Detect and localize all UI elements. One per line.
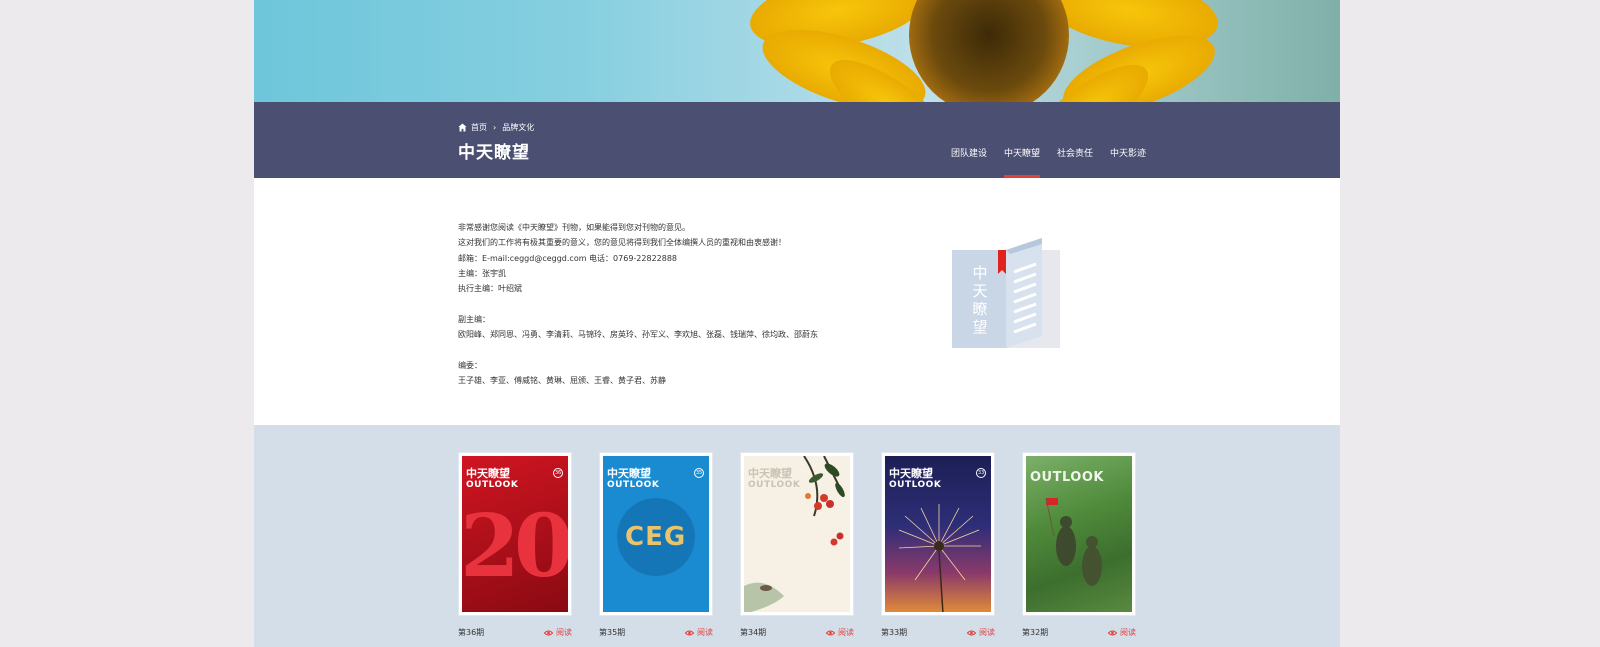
- issue-card-33[interactable]: 中天瞭望 OUTLOOK 33 第33期 阅读: [881, 452, 995, 638]
- issue-card-36[interactable]: 中天瞭望 OUTLOOK 36 20 第36期 阅读: [458, 452, 572, 638]
- deputy-editor-heading: 副主编：: [458, 314, 490, 324]
- eye-icon: [826, 630, 835, 635]
- editor-line: 主编：张宇凯: [458, 268, 506, 278]
- intro-text: 非常感谢您阅读《中天瞭望》刊物，如果能得到您对刊物的意见。 这对我们的工作将有极…: [458, 220, 858, 388]
- read-label: 阅读: [979, 628, 995, 637]
- cover-issue-number: 36: [553, 468, 563, 478]
- issue-label: 第34期: [740, 628, 767, 637]
- read-link[interactable]: 阅读: [967, 627, 995, 638]
- intro-line: 这对我们的工作将有极其重要的意义，您的意见将得到我们全体编撰人员的重视和由衷感谢…: [458, 238, 786, 248]
- tab-team-building[interactable]: 团队建设: [951, 146, 987, 178]
- cover-brand-en: OUTLOOK: [607, 480, 660, 490]
- read-label: 阅读: [838, 628, 854, 637]
- issue-card-32[interactable]: OUTLOOK 第32期 阅读: [1022, 452, 1136, 638]
- issue-cover[interactable]: 中天瞭望 OUTLOOK: [740, 452, 854, 616]
- issues-section: 中天瞭望 OUTLOOK 36 20 第36期 阅读 中天瞭望 OUTLOOK: [254, 425, 1340, 647]
- deputy-editor-list: 欧阳峰、郑同恩、冯勇、李清莉、马锦玲、房英玲、孙军义、李欢旭、张磊、钱瑞萍、徐均…: [458, 330, 818, 340]
- eye-icon: [967, 630, 976, 635]
- breadcrumb-home[interactable]: 首页: [471, 122, 487, 133]
- issue-card-34[interactable]: 中天瞭望 OUTLOOK 第34期 阅读: [740, 452, 854, 638]
- issue-label: 第35期: [599, 628, 626, 637]
- read-link[interactable]: 阅读: [1108, 627, 1136, 638]
- read-label: 阅读: [697, 628, 713, 637]
- sub-nav-tabs: 团队建设 中天瞭望 社会责任 中天影迹: [951, 146, 1163, 178]
- breadcrumb-current[interactable]: 品牌文化: [502, 122, 534, 133]
- svg-text:天: 天: [972, 282, 987, 300]
- chevron-right-icon: ›: [493, 123, 497, 132]
- read-link[interactable]: 阅读: [685, 627, 713, 638]
- executive-editor-line: 执行主编：叶绍斌: [458, 284, 522, 294]
- cover-brand-en: OUTLOOK: [889, 480, 942, 490]
- hero-banner: [254, 0, 1340, 102]
- issue-label: 第33期: [881, 628, 908, 637]
- home-icon[interactable]: [458, 123, 467, 132]
- cover-brand-en: OUTLOOK: [1030, 470, 1104, 485]
- page-frame: 首页 › 品牌文化 中天瞭望 团队建设 中天瞭望 社会责任 中天影迹 非常感谢您…: [254, 0, 1340, 647]
- cover-ceg-text: CEG: [625, 522, 687, 552]
- breadcrumb: 首页 › 品牌文化: [458, 122, 534, 133]
- tab-outlook[interactable]: 中天瞭望: [1004, 146, 1041, 178]
- cover-brand: 中天瞭望: [607, 467, 651, 480]
- cover-issue-number: 35: [694, 468, 704, 478]
- cover-brand-en: OUTLOOK: [466, 480, 519, 490]
- tab-gallery[interactable]: 中天影迹: [1110, 146, 1146, 178]
- contact-line: 邮箱：E-mail:ceggd@ceggd.com 电话：0769-228228…: [458, 253, 678, 263]
- issue-cover[interactable]: 中天瞭望 OUTLOOK 33: [881, 452, 995, 616]
- issue-card-35[interactable]: 中天瞭望 OUTLOOK 35 CEG 第35期 阅读: [599, 452, 713, 638]
- read-link[interactable]: 阅读: [544, 627, 572, 638]
- cover-brand: 中天瞭望: [466, 467, 510, 480]
- issue-cover[interactable]: OUTLOOK: [1022, 452, 1136, 616]
- issue-label: 第32期: [1022, 628, 1049, 637]
- eye-icon: [685, 630, 694, 635]
- tab-social-responsibility[interactable]: 社会责任: [1057, 146, 1093, 178]
- svg-text:瞭: 瞭: [972, 300, 987, 318]
- editorial-board-list: 王子雄、李亚、傅威铭、黄琳、屈颁、王睿、黄子君、苏静: [458, 375, 666, 385]
- title-bar: 首页 › 品牌文化 中天瞭望 团队建设 中天瞭望 社会责任 中天影迹: [254, 102, 1340, 178]
- svg-text:望: 望: [972, 318, 987, 336]
- read-label: 阅读: [556, 628, 572, 637]
- editorial-board-heading: 编委：: [458, 360, 482, 370]
- book-icon-char: 中: [972, 264, 987, 282]
- cover-issue-number: 33: [976, 468, 986, 478]
- cover-big-number: 20: [462, 496, 568, 597]
- issue-cover[interactable]: 中天瞭望 OUTLOOK 35 CEG: [599, 452, 713, 616]
- read-link[interactable]: 阅读: [826, 627, 854, 638]
- issue-cover[interactable]: 中天瞭望 OUTLOOK 36 20: [458, 452, 572, 616]
- eye-icon: [544, 630, 553, 635]
- page-title: 中天瞭望: [458, 143, 530, 163]
- cover-brand: 中天瞭望: [889, 467, 933, 480]
- eye-icon: [1108, 630, 1117, 635]
- issue-label: 第36期: [458, 628, 485, 637]
- read-label: 阅读: [1120, 628, 1136, 637]
- magazine-book-icon: 中 天 瞭 望: [952, 236, 1060, 348]
- intro-line: 非常感谢您阅读《中天瞭望》刊物，如果能得到您对刊物的意见。: [458, 223, 690, 232]
